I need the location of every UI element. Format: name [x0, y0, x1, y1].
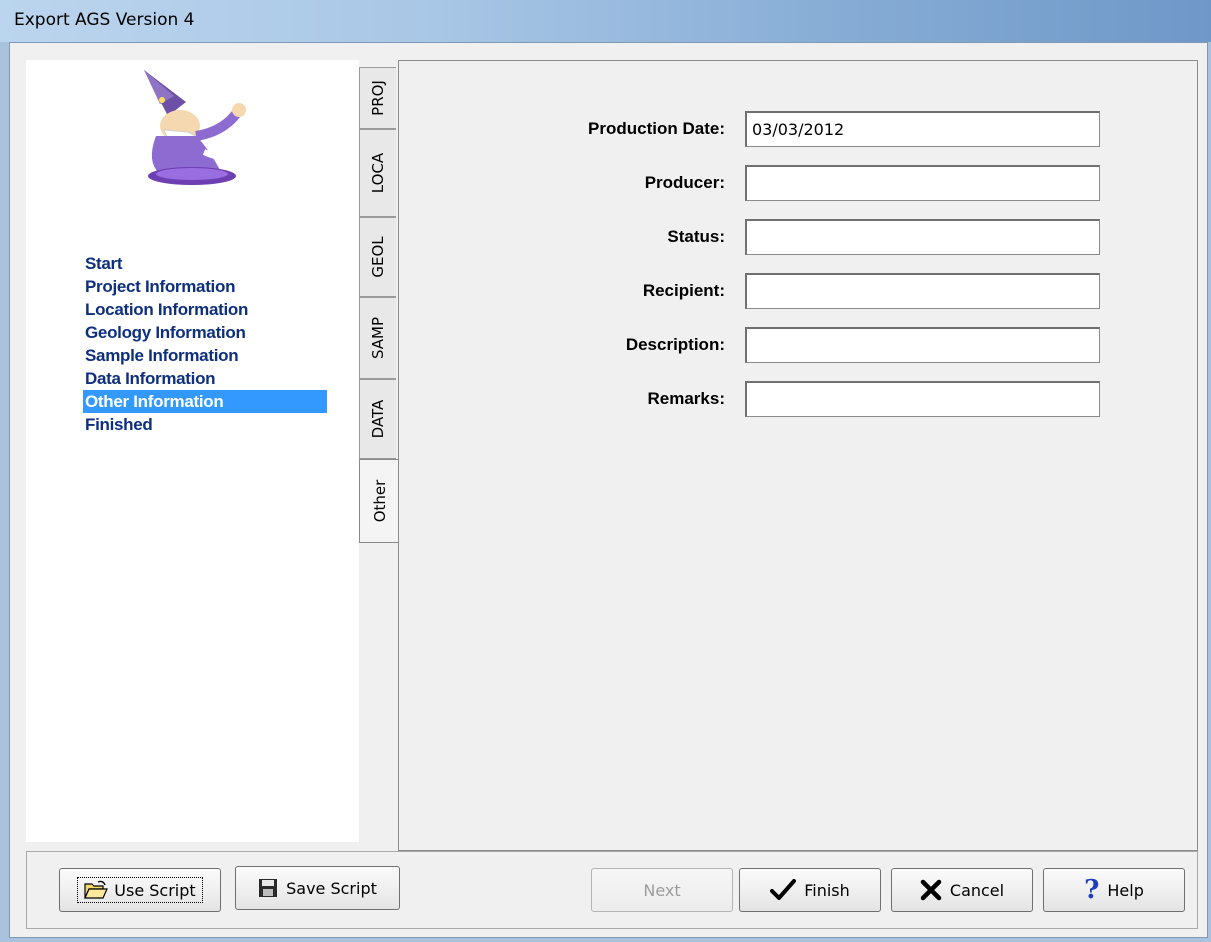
finish-label: Finish [804, 880, 850, 900]
description-label: Description: [625, 335, 725, 354]
tab-proj[interactable]: PROJ [359, 67, 396, 129]
save-script-button[interactable]: Save Script [235, 866, 400, 910]
steps-panel: Start Project Information Location Infor… [26, 60, 359, 842]
step-data-information[interactable]: Data Information [83, 367, 327, 390]
step-geology-information[interactable]: Geology Information [83, 321, 327, 344]
tab-samp-label: SAMP [369, 316, 387, 360]
next-button[interactable]: Next [591, 868, 733, 912]
window-title: Export AGS Version 4 [14, 10, 195, 30]
tab-samp[interactable]: SAMP [359, 297, 396, 379]
description-input[interactable] [745, 327, 1100, 363]
other-information-form: Production Date: Producer: Status: Recip… [398, 60, 1198, 851]
step-other-information[interactable]: Other Information [83, 390, 327, 413]
help-label: Help [1107, 880, 1144, 900]
tab-loca[interactable]: LOCA [359, 129, 396, 217]
tab-geol-label: GEOL [369, 236, 387, 278]
tab-other-label: Other [370, 479, 389, 523]
production-date-label: Production Date: [588, 119, 725, 138]
next-label: Next [643, 880, 681, 900]
checkmark-icon [770, 879, 797, 900]
producer-label: Producer: [644, 173, 725, 192]
step-location-information[interactable]: Location Information [83, 298, 327, 321]
recipient-label: Recipient: [642, 281, 725, 300]
finish-button[interactable]: Finish [739, 868, 881, 912]
title-bar: Export AGS Version 4 [0, 0, 1211, 42]
tab-data-label: DATA [369, 399, 387, 439]
remarks-input[interactable] [745, 381, 1100, 417]
recipient-input[interactable] [745, 273, 1100, 309]
save-script-label: Save Script [286, 878, 377, 898]
step-sample-information[interactable]: Sample Information [83, 344, 327, 367]
tab-other[interactable]: Other [359, 459, 399, 543]
remarks-label: Remarks: [647, 389, 726, 408]
wizard-mascot-icon [144, 70, 246, 185]
step-project-information[interactable]: Project Information [83, 275, 327, 298]
tab-geol[interactable]: GEOL [359, 217, 396, 297]
folder-open-icon [84, 880, 109, 899]
question-mark-icon: ? [1084, 875, 1100, 905]
tab-data[interactable]: DATA [359, 379, 396, 459]
x-icon [920, 879, 942, 901]
step-finished[interactable]: Finished [83, 413, 327, 436]
use-script-label: Use Script [114, 880, 196, 900]
floppy-disk-icon [259, 879, 278, 897]
wizard-dialog: Start Project Information Location Infor… [9, 42, 1208, 938]
tab-loca-label: LOCA [369, 152, 387, 194]
use-script-focus-ring: Use Script [77, 877, 203, 903]
status-input[interactable] [745, 219, 1100, 255]
tab-proj-label: PROJ [369, 80, 387, 116]
help-button[interactable]: ? Help [1043, 868, 1185, 912]
production-date-input[interactable] [745, 111, 1100, 147]
status-label: Status: [667, 227, 725, 246]
cancel-button[interactable]: Cancel [891, 868, 1033, 912]
use-script-button[interactable]: Use Script [59, 868, 221, 912]
step-start[interactable]: Start [83, 252, 327, 275]
button-bar: Use Script Save Script Next Finish Cance… [26, 851, 1198, 929]
cancel-label: Cancel [949, 880, 1005, 900]
producer-input[interactable] [745, 165, 1100, 201]
step-list: Start Project Information Location Infor… [83, 252, 327, 436]
